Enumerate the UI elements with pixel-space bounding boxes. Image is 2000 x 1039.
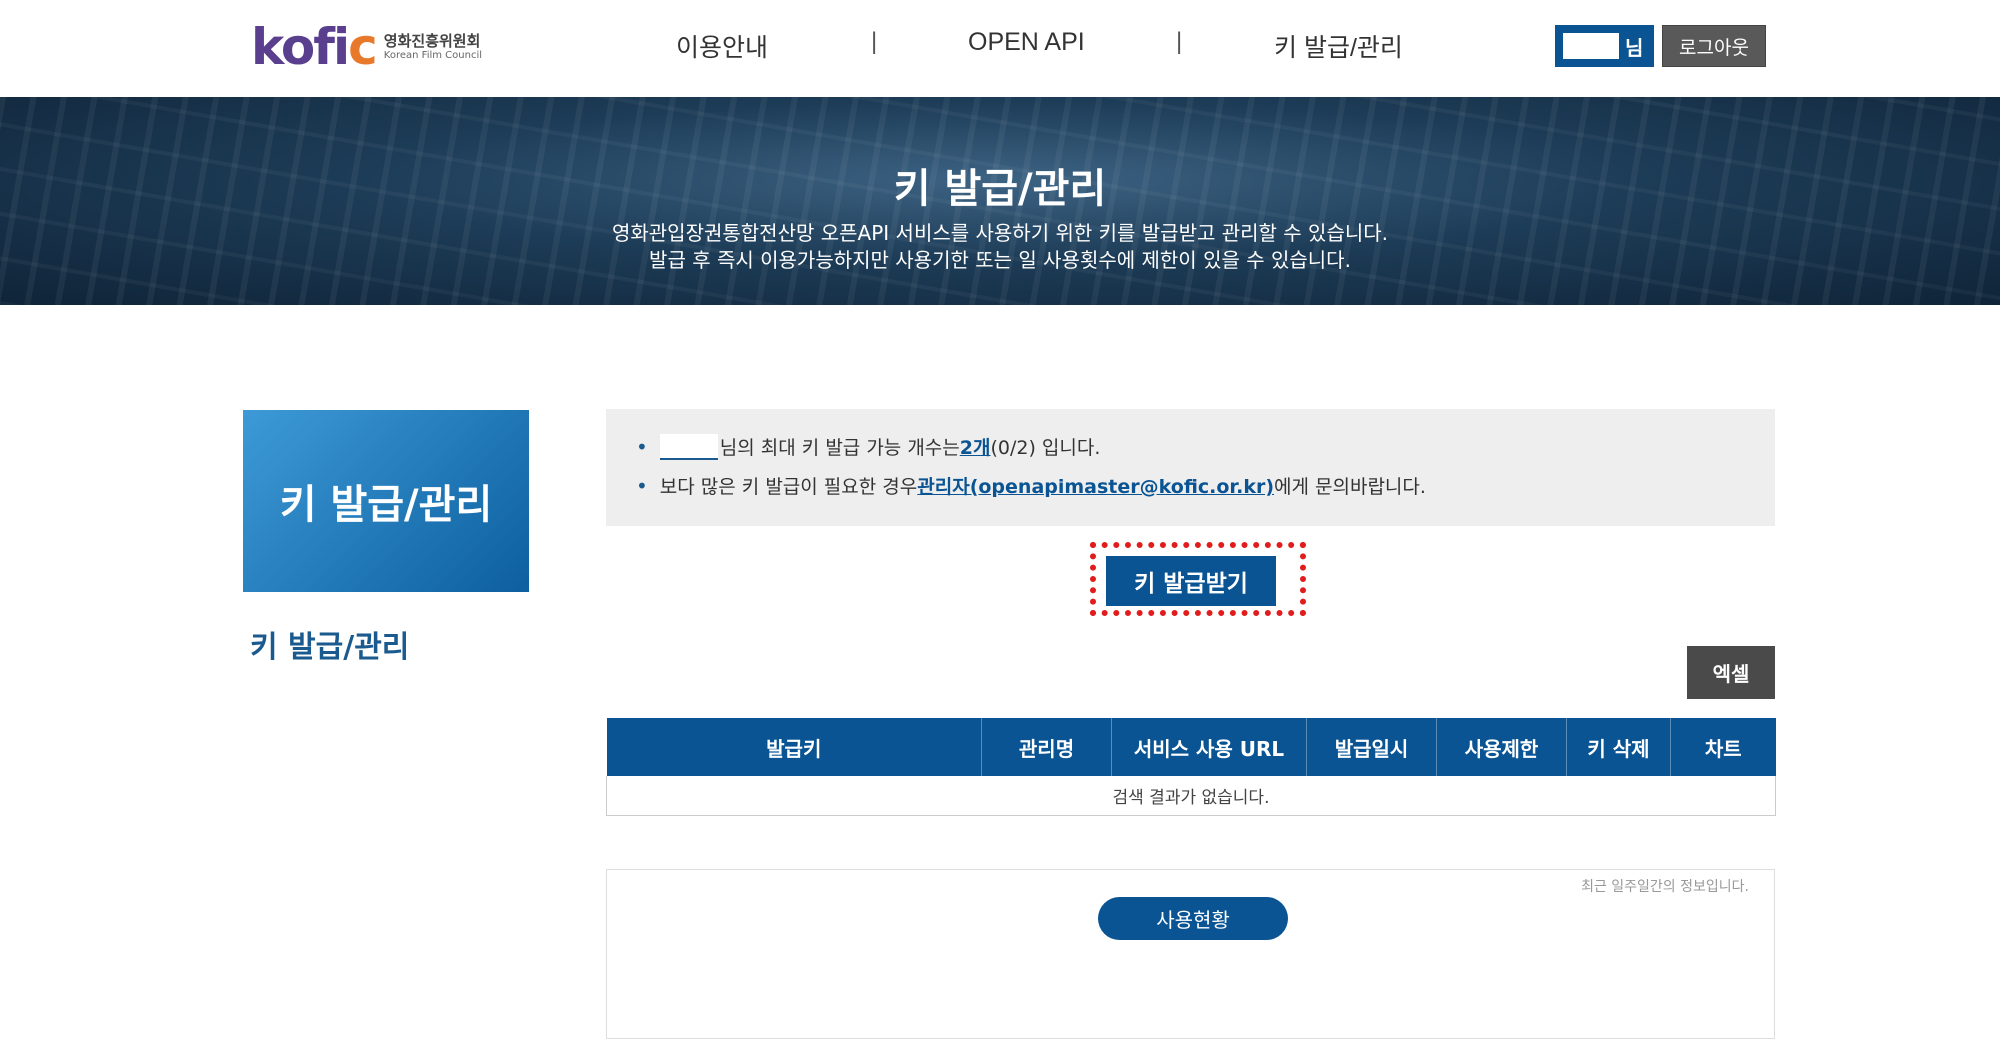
bullet-icon: • — [636, 473, 648, 498]
page-banner: 키 발급/관리 영화관입장권통합전산망 오픈API 서비스를 사용하기 위한 키… — [0, 97, 2000, 305]
notice-text: 님의 최대 키 발급 가능 개수는 — [719, 437, 960, 459]
empty-result-message: 검색 결과가 없습니다. — [606, 776, 1776, 816]
usage-period-note: 최근 일주일간의 정보입니다. — [1581, 879, 1749, 895]
sidebar-title: 키 발급/관리 — [279, 482, 493, 528]
user-name-badge: 님 — [1555, 25, 1654, 67]
logo-subtitle: 영화진흥위원회 Korean Film Council — [384, 32, 482, 62]
usage-panel: 최근 일주일간의 정보입니다. 사용현황 — [606, 869, 1775, 1039]
banner-description-2: 발급 후 즉시 이용가능하지만 사용기한 또는 일 사용횟수에 제한이 있을 수… — [649, 248, 1351, 272]
col-header-service-url: 서비스 사용 URL — [1111, 718, 1307, 776]
nav-key-management[interactable]: 키 발급/관리 — [1274, 28, 1403, 64]
logo-korean-name: 영화진흥위원회 — [383, 32, 481, 50]
notice-contact: • 보다 많은 키 발급이 필요한 경우 관리자(openapimaster@k… — [636, 472, 1426, 499]
logo-english-name: Korean Film Council — [383, 50, 482, 61]
col-header-usage-limit: 사용제한 — [1436, 718, 1567, 776]
col-header-delete-key: 키 삭제 — [1566, 718, 1671, 776]
notice-box: • 님의 최대 키 발급 가능 개수는 2개 (0/2) 입니다. • 보다 많은… — [606, 409, 1775, 526]
table-row: 검색 결과가 없습니다. — [606, 776, 1776, 816]
nav-open-api[interactable]: OPEN API — [968, 28, 1085, 57]
key-table: 발급키 관리명 서비스 사용 URL 발급일시 사용제한 키 삭제 차트 검색 … — [606, 718, 1776, 816]
col-header-issued-key: 발급키 — [606, 718, 982, 776]
sidebar-item-key-management[interactable]: 키 발급/관리 — [250, 622, 409, 666]
notice-text: (0/2) 입니다. — [990, 437, 1101, 459]
nav-separator: | — [1176, 28, 1183, 55]
notice-text: 보다 많은 키 발급이 필요한 경우 — [659, 476, 918, 498]
notice-max-keys: • 님의 최대 키 발급 가능 개수는 2개 (0/2) 입니다. — [636, 433, 1100, 460]
kofic-logo[interactable]: kofic 영화진흥위원회 Korean Film Council — [251, 22, 482, 72]
key-count-link[interactable]: 2개 — [960, 433, 991, 460]
notice-text: 에게 문의바랍니다. — [1274, 476, 1426, 498]
banner-title: 키 발급/관리 — [893, 166, 1107, 212]
admin-email-link[interactable]: 관리자(openapimaster@kofic.or.kr) — [917, 472, 1274, 499]
user-name-redacted — [659, 433, 718, 460]
bullet-icon: • — [636, 434, 648, 459]
sidebar-title-box: 키 발급/관리 — [243, 410, 529, 592]
logout-button[interactable]: 로그아웃 — [1662, 25, 1766, 67]
col-header-issued-date: 발급일시 — [1306, 718, 1437, 776]
user-suffix: 님 — [1625, 36, 1644, 60]
user-name-redacted — [1563, 33, 1619, 59]
nav-usage-guide[interactable]: 이용안내 — [676, 28, 768, 64]
site-header: kofic 영화진흥위원회 Korean Film Council 이용안내 |… — [0, 0, 2000, 97]
col-header-manage-name: 관리명 — [981, 718, 1112, 776]
logo-wordmark: kofic — [251, 18, 378, 76]
banner-description-1: 영화관입장권통합전산망 오픈API 서비스를 사용하기 위한 키를 발급받고 관… — [611, 221, 1388, 245]
issue-key-button[interactable]: 키 발급받기 — [1106, 556, 1276, 606]
nav-separator: | — [871, 28, 878, 55]
excel-export-button[interactable]: 엑셀 — [1687, 646, 1775, 699]
table-header-row: 발급키 관리명 서비스 사용 URL 발급일시 사용제한 키 삭제 차트 — [606, 718, 1776, 776]
usage-status-label: 사용현황 — [1098, 897, 1288, 940]
col-header-chart: 차트 — [1670, 718, 1776, 776]
